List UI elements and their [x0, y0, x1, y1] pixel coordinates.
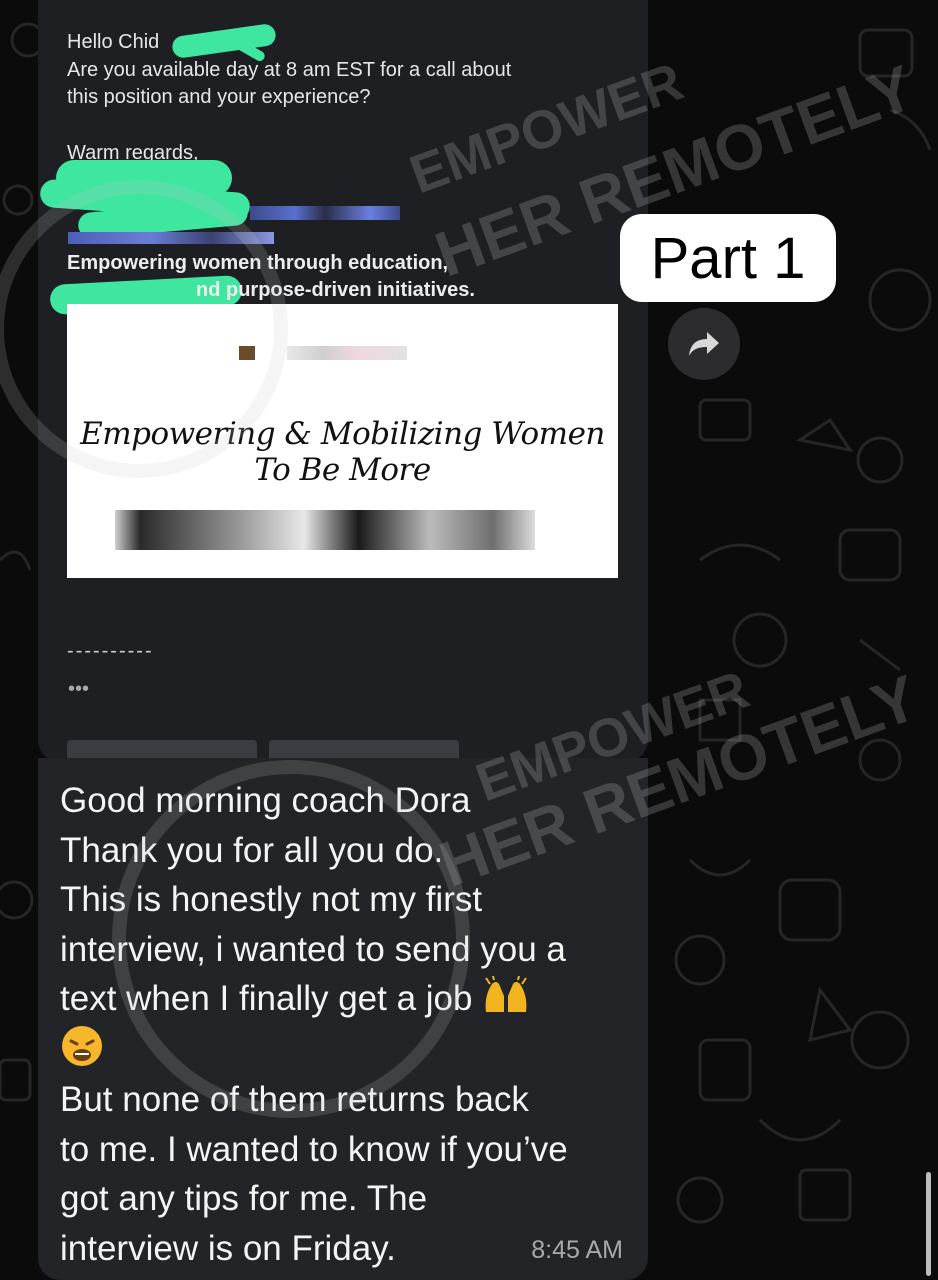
part-label: Part 1: [620, 214, 836, 302]
pixelated-text: [287, 346, 407, 360]
watermark-logo-circle: [112, 760, 470, 1118]
email-greeting: Hello Chid: [67, 31, 160, 53]
email-divider: ----------: [67, 640, 154, 662]
pixelated-text: [115, 510, 535, 550]
watermark-logo-circle: [0, 180, 288, 478]
pixelated-text: [250, 206, 400, 220]
show-more-ellipsis[interactable]: •••: [68, 678, 89, 701]
forward-button[interactable]: [668, 308, 740, 380]
email-topic-line: this position and your experience?: [67, 86, 371, 108]
message-timestamp: 8:45 AM: [531, 1236, 623, 1264]
scrollbar[interactable]: [926, 1172, 931, 1276]
reply-line: interview is on Friday.: [60, 1228, 396, 1268]
forward-arrow-icon: [689, 332, 719, 356]
raising-hands-emoji-icon: [485, 976, 528, 1012]
email-availability-line: Are you available day at 8 am EST for a …: [67, 59, 512, 81]
reply-line: to me. I wanted to know if you’ve: [60, 1129, 568, 1169]
weary-face-emoji-icon: [62, 1025, 102, 1066]
reply-line: got any tips for me. The: [60, 1179, 428, 1218]
